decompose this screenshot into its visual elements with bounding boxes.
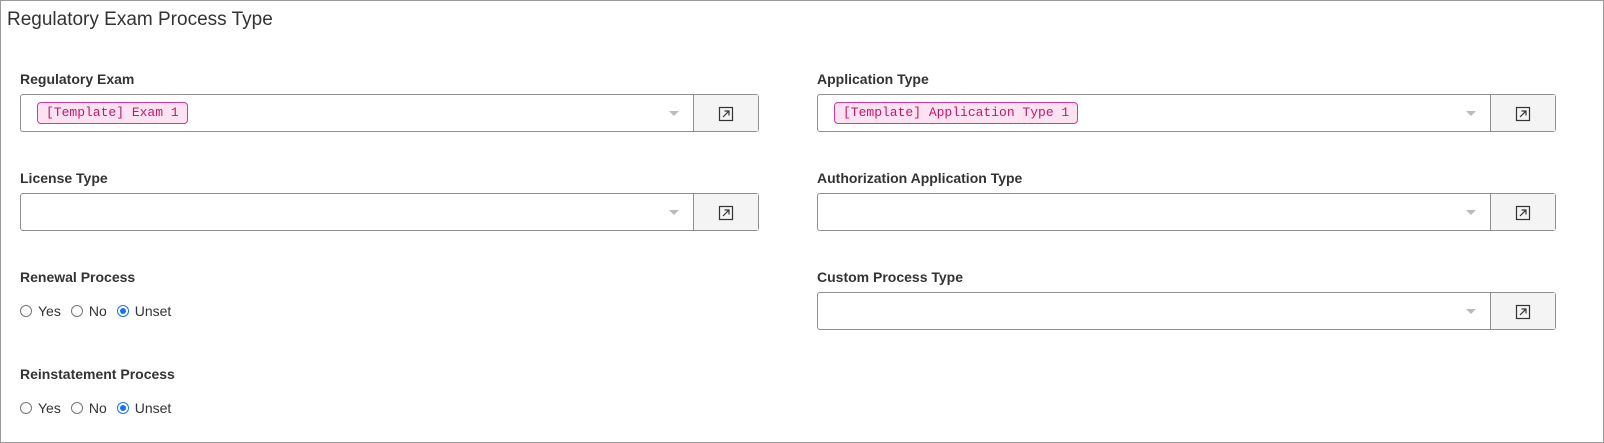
reinstatement-process-option-unset[interactable]: Unset: [116, 400, 172, 416]
radio-label: No: [88, 400, 107, 416]
chevron-down-icon[interactable]: [669, 111, 679, 116]
regulatory-exam-field: [Template] Exam 1: [20, 94, 759, 132]
external-link-icon: [1515, 106, 1531, 122]
regulatory-exam-select[interactable]: [Template] Exam 1: [21, 95, 693, 131]
radio-button[interactable]: [70, 402, 83, 414]
radio-label: Yes: [38, 303, 61, 319]
custom-process-type-field: [817, 292, 1556, 330]
radio-label: Unset: [134, 400, 172, 416]
license-type-field: [20, 193, 759, 231]
reinstatement-process-option-no[interactable]: No: [70, 400, 107, 416]
application-type-selected-chip[interactable]: [Template] Application Type 1: [834, 102, 1079, 124]
application-type-select[interactable]: [Template] Application Type 1: [818, 95, 1490, 131]
radio-button[interactable]: [70, 305, 83, 317]
external-link-icon: [718, 106, 734, 122]
page-title: Regulatory Exam Process Type: [7, 9, 273, 30]
regulatory-exam-selected-chip[interactable]: [Template] Exam 1: [37, 102, 188, 124]
application-type-open-button[interactable]: [1490, 95, 1555, 131]
application-type-field: [Template] Application Type 1: [817, 94, 1556, 132]
license-type-label: License Type: [20, 170, 108, 186]
renewal-process-option-unset[interactable]: Unset: [116, 303, 172, 319]
custom-process-type-open-button[interactable]: [1490, 293, 1555, 329]
reinstatement-process-radio-group: Yes No Unset: [20, 400, 181, 416]
radio-label: Yes: [38, 400, 61, 416]
authorization-application-type-label: Authorization Application Type: [817, 170, 1023, 186]
process-type-panel: Regulatory Exam Process Type Regulatory …: [0, 0, 1604, 443]
chevron-down-icon[interactable]: [1466, 111, 1476, 116]
regulatory-exam-label: Regulatory Exam: [20, 71, 135, 87]
external-link-icon: [718, 205, 734, 221]
radio-button[interactable]: [20, 402, 32, 414]
radio-label: No: [88, 303, 107, 319]
reinstatement-process-label: Reinstatement Process: [20, 366, 175, 382]
radio-label: Unset: [134, 303, 172, 319]
renewal-process-option-yes[interactable]: Yes: [20, 303, 61, 319]
custom-process-type-label: Custom Process Type: [817, 269, 964, 285]
external-link-icon: [1515, 205, 1531, 221]
custom-process-type-select[interactable]: [818, 293, 1490, 329]
authorization-application-type-select[interactable]: [818, 194, 1490, 230]
radio-button-selected[interactable]: [116, 402, 129, 414]
license-type-select[interactable]: [21, 194, 693, 230]
regulatory-exam-open-button[interactable]: [693, 95, 758, 131]
external-link-icon: [1515, 304, 1531, 320]
license-type-open-button[interactable]: [693, 194, 758, 230]
radio-button-selected[interactable]: [116, 305, 129, 317]
radio-button[interactable]: [20, 305, 32, 317]
renewal-process-option-no[interactable]: No: [70, 303, 107, 319]
renewal-process-radio-group: Yes No Unset: [20, 303, 181, 319]
reinstatement-process-option-yes[interactable]: Yes: [20, 400, 61, 416]
authorization-application-type-open-button[interactable]: [1490, 194, 1555, 230]
application-type-label: Application Type: [817, 71, 929, 87]
chevron-down-icon[interactable]: [1466, 210, 1476, 215]
chevron-down-icon[interactable]: [669, 210, 679, 215]
authorization-application-type-field: [817, 193, 1556, 231]
chevron-down-icon[interactable]: [1466, 309, 1476, 314]
renewal-process-label: Renewal Process: [20, 269, 136, 285]
